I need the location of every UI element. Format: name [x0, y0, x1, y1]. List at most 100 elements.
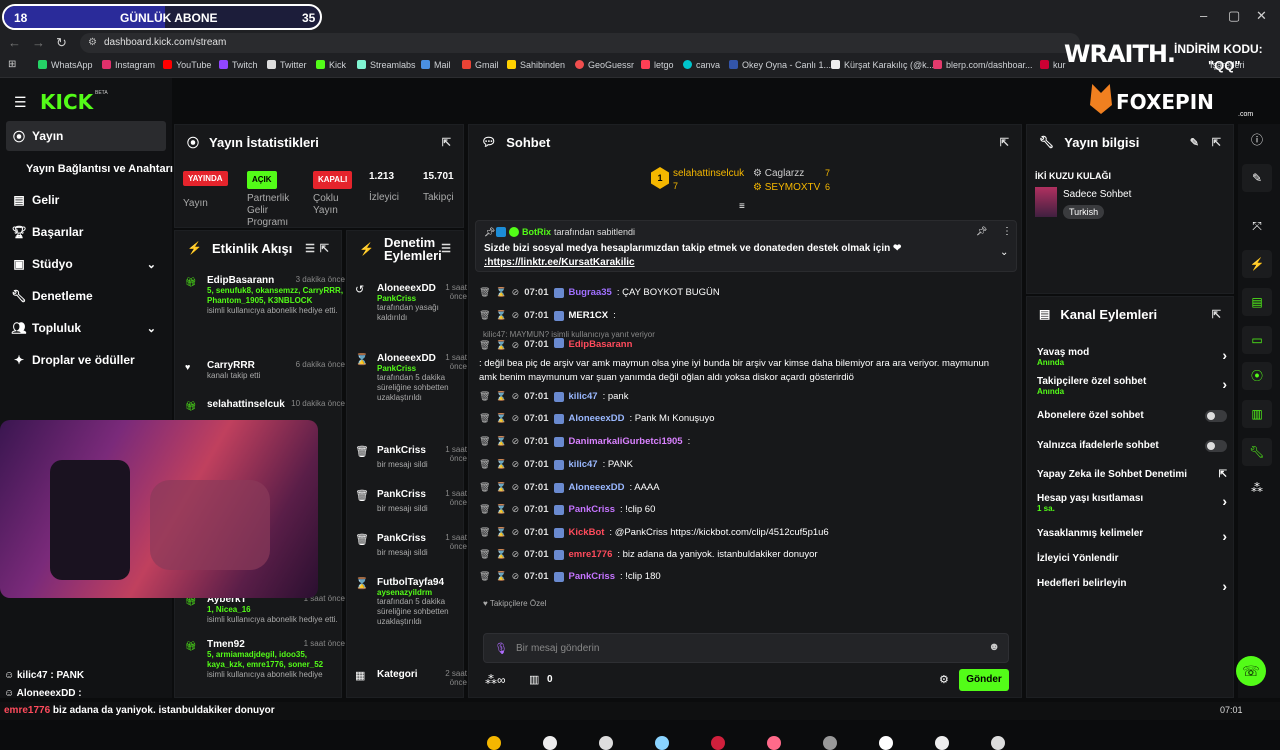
- nav-item-basarilar[interactable]: 🏆︎ Başarılar: [6, 217, 166, 247]
- delete-icon[interactable]: 🗑︎: [479, 549, 490, 560]
- nav-item-yayin[interactable]: ⦿ Yayın: [6, 121, 166, 151]
- emote-icon[interactable]: [879, 736, 893, 750]
- unpin-icon[interactable]: 📌︎: [976, 226, 987, 237]
- bookmark-letgo[interactable]: letgo: [641, 60, 674, 70]
- timeout-icon[interactable]: ⌛: [495, 527, 506, 538]
- message-username[interactable]: KickBot: [569, 527, 605, 538]
- timeout-icon[interactable]: ⌛: [495, 310, 506, 321]
- timeout-icon[interactable]: ⌛: [495, 338, 506, 352]
- popout-icon[interactable]: ⇱: [1212, 308, 1221, 321]
- ban-icon[interactable]: ⊘: [512, 310, 520, 321]
- category-name[interactable]: Sadece Sohbet: [1063, 189, 1131, 200]
- slow-mode-row[interactable]: Yavaş mod Anında ›: [1037, 347, 1227, 367]
- edit-icon[interactable]: ✎: [1242, 164, 1272, 192]
- bookmark-streamlabs[interactable]: Streamlabs: [357, 60, 416, 70]
- bookmark-twitch[interactable]: Twitch: [219, 60, 258, 70]
- ban-icon[interactable]: ⊘: [512, 504, 520, 515]
- ban-icon[interactable]: ⊘: [512, 549, 520, 560]
- message-username[interactable]: Bugraa35: [569, 287, 612, 298]
- minimize-icon[interactable]: –: [1200, 8, 1207, 23]
- account-age-row[interactable]: Hesap yaşı kısıtlaması 1 sa. ›: [1037, 493, 1227, 513]
- delete-icon[interactable]: 🗑︎: [479, 571, 490, 582]
- document-icon[interactable]: ▤: [1242, 288, 1272, 316]
- message-username[interactable]: EdipBasarann: [569, 338, 633, 352]
- chat-input[interactable]: 🎙︎ Bir mesaj gönderin ☻: [483, 633, 1009, 663]
- subscribers-only-toggle[interactable]: [1205, 410, 1227, 422]
- lightning-icon[interactable]: ⚡: [1242, 250, 1272, 278]
- maximize-icon[interactable]: ▢: [1228, 8, 1240, 24]
- bookmark-whatsapp[interactable]: WhatsApp: [38, 60, 93, 70]
- timeout-icon[interactable]: ⌛: [495, 436, 506, 447]
- delete-icon[interactable]: 🗑︎: [479, 287, 490, 298]
- popout-icon[interactable]: ⇱: [320, 242, 329, 255]
- filter-icon[interactable]: ☰: [441, 243, 451, 256]
- ban-icon[interactable]: ⊘: [512, 527, 520, 538]
- filter-icon[interactable]: ☰: [305, 242, 315, 255]
- ban-icon[interactable]: ⊘: [512, 413, 520, 424]
- emotes-only-toggle[interactable]: [1205, 440, 1227, 452]
- bookmark-canva[interactable]: canva: [683, 60, 720, 70]
- chat-icon[interactable]: ▭: [1242, 326, 1272, 354]
- message-username[interactable]: emre1776: [569, 549, 613, 560]
- timeout-icon[interactable]: ⌛: [495, 482, 506, 493]
- emote-icon[interactable]: [767, 736, 781, 750]
- emote-icon[interactable]: [935, 736, 949, 750]
- bookmark-twitter[interactable]: Twitter: [267, 60, 307, 70]
- bookmark-kursat[interactable]: kur: [1040, 60, 1066, 70]
- reload-icon[interactable]: ↻: [56, 35, 67, 51]
- close-icon[interactable]: ✕: [1256, 8, 1267, 24]
- bookmark-sahibinden[interactable]: Sahibinden: [507, 60, 565, 70]
- raid-row[interactable]: İzleyici Yönlendir: [1037, 553, 1227, 564]
- delete-icon[interactable]: 🗑︎: [479, 527, 490, 538]
- emoji-icon[interactable]: ☻: [988, 641, 1000, 653]
- hamburger-menu-icon[interactable]: ☰: [14, 94, 27, 111]
- timeout-icon[interactable]: ⌛: [495, 549, 506, 560]
- banned-words-row[interactable]: Yasaklanmış kelimeler ›: [1037, 528, 1227, 544]
- nav-item-droplar[interactable]: ✦ Droplar ve ödüller: [6, 345, 166, 375]
- message-username[interactable]: AloneeexDD: [569, 482, 625, 493]
- delete-icon[interactable]: 🗑︎: [479, 504, 490, 515]
- settings-icon[interactable]: ⚙: [939, 673, 949, 686]
- message-username[interactable]: AloneeexDD: [569, 413, 625, 424]
- more-options-icon[interactable]: ⋮: [1002, 226, 1012, 237]
- ban-icon[interactable]: ⊘: [512, 391, 520, 402]
- kick-logo[interactable]: KICK: [40, 90, 93, 114]
- timeout-icon[interactable]: ⌛: [495, 413, 506, 424]
- popout-icon[interactable]: ⇱: [442, 136, 451, 149]
- bookmark-youtube[interactable]: YouTube: [163, 60, 211, 70]
- goals-row[interactable]: Hedefleri belirleyin ›: [1037, 578, 1227, 594]
- timeout-icon[interactable]: ⌛: [495, 287, 506, 298]
- infinity-points-icon[interactable]: ⁂∞: [485, 673, 506, 687]
- popout-icon[interactable]: ⇱: [1212, 136, 1221, 149]
- ban-icon[interactable]: ⊘: [512, 459, 520, 470]
- bookmark-okey[interactable]: Okey Oyna - Canlı 1...: [729, 60, 831, 70]
- timeout-icon[interactable]: ⌛: [495, 571, 506, 582]
- ban-icon[interactable]: ⊘: [512, 287, 520, 298]
- nav-item-studyo[interactable]: ▣ Stüdyo ⌄: [6, 249, 166, 279]
- forward-icon[interactable]: →: [32, 35, 45, 50]
- edit-icon[interactable]: ✎: [1190, 136, 1199, 149]
- popout-icon[interactable]: ⇱: [1000, 136, 1009, 149]
- expand-icon[interactable]: ⤧: [1242, 212, 1272, 240]
- ban-icon[interactable]: ⊘: [512, 482, 520, 493]
- bookmark-geoguessr[interactable]: GeoGuessr: [575, 60, 634, 70]
- delete-icon[interactable]: 🗑︎: [479, 413, 490, 424]
- followers-only-row[interactable]: Takipçilere özel sohbet Anında ›: [1037, 376, 1227, 396]
- emote-icon[interactable]: [711, 736, 725, 750]
- site-info-icon[interactable]: ⚙: [88, 37, 97, 48]
- ban-icon[interactable]: ⊘: [512, 436, 520, 447]
- nav-item-stream-key[interactable]: Yayın Bağlantısı ve Anahtarı: [26, 154, 173, 184]
- message-username[interactable]: PankCriss: [569, 571, 615, 582]
- emote-icon[interactable]: [599, 736, 613, 750]
- bookmark-gmail[interactable]: Gmail: [462, 60, 499, 70]
- emote-icon[interactable]: [543, 736, 557, 750]
- back-icon[interactable]: ←: [8, 35, 21, 50]
- delete-icon[interactable]: 🗑︎: [479, 310, 490, 321]
- bookmark-instagram[interactable]: Instagram: [102, 60, 155, 70]
- nav-item-topluluk[interactable]: 👥︎ Topluluk ⌄: [6, 313, 166, 343]
- broadcast-icon[interactable]: ⦿: [1242, 362, 1272, 390]
- info-icon[interactable]: ⓘ: [1242, 126, 1272, 154]
- address-input[interactable]: ⚙ dashboard.kick.com/stream: [80, 33, 1080, 53]
- chevron-down-icon[interactable]: ⌄: [1000, 247, 1008, 258]
- message-username[interactable]: kilic47: [569, 459, 598, 470]
